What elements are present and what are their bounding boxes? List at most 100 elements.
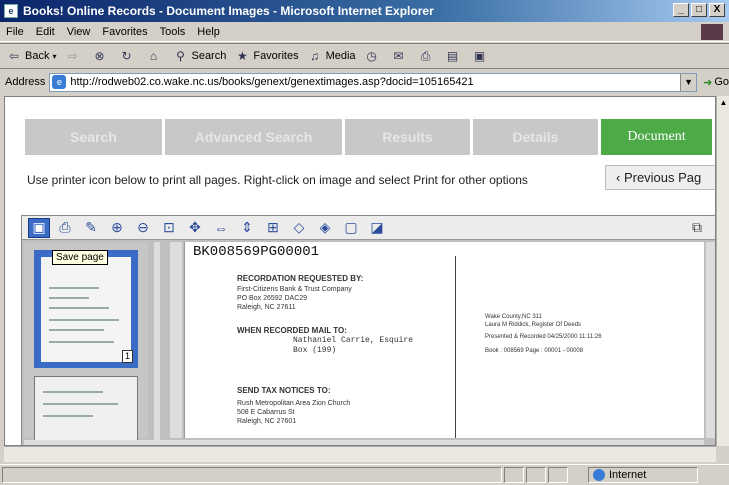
zoom-in-icon[interactable]: ⊕: [106, 218, 128, 238]
previous-page-button[interactable]: ‹ Previous Pag: [605, 165, 715, 190]
recording-stamp-line: Book : 008569 Page : 00001 - 00008: [485, 348, 584, 354]
go-button[interactable]: ➜ Go: [703, 76, 729, 89]
web-page: Search Advanced Search Results Details D…: [4, 96, 716, 446]
thumb-text-line: [49, 319, 119, 321]
rotate-right-icon[interactable]: ◈: [314, 218, 336, 238]
favorites-button[interactable]: ★ Favorites: [234, 48, 299, 64]
print-button[interactable]: ⎙: [418, 48, 437, 64]
back-arrow-icon: ⇦: [8, 49, 20, 63]
security-zone: Internet: [588, 467, 698, 483]
zone-label: Internet: [609, 469, 647, 481]
history-button[interactable]: ◷: [364, 48, 383, 64]
minimize-button[interactable]: _: [673, 3, 689, 17]
back-dropdown-icon: ▾: [52, 51, 57, 61]
menu-view[interactable]: View: [67, 26, 91, 38]
search-icon: ⚲: [176, 49, 185, 63]
search-button[interactable]: ⚲ Search: [172, 48, 226, 64]
mail-button[interactable]: ✉: [391, 48, 410, 64]
mail-icon: ✉: [393, 49, 404, 63]
menu-file[interactable]: File: [6, 26, 24, 38]
home-button[interactable]: ⌂: [145, 48, 164, 64]
tab-document[interactable]: Document: [601, 119, 715, 155]
pane-splitter[interactable]: [154, 242, 160, 445]
pan-icon[interactable]: ✥: [184, 218, 206, 238]
edit-button[interactable]: ▤: [445, 48, 464, 64]
bank-line: PO Box 26592 DAC29: [237, 295, 308, 302]
thumbnail-pane: Save page 1: [24, 242, 148, 445]
select-icon[interactable]: ✎: [80, 218, 102, 238]
refresh-icon: ↻: [121, 49, 132, 63]
document-id: BK008569PG00001: [193, 244, 320, 260]
stop-button[interactable]: ⊗: [91, 48, 110, 64]
site-nav-tabs: Search Advanced Search Results Details D…: [25, 119, 715, 155]
back-label: Back: [25, 50, 50, 62]
edit-icon: ▤: [446, 49, 459, 63]
scroll-up-icon[interactable]: ▲: [717, 96, 729, 109]
maximize-button[interactable]: □: [691, 3, 707, 17]
rotate-left-icon[interactable]: ◇: [288, 218, 310, 238]
document-image[interactable]: BK008569PG00001 RECORDATION REQUESTED BY…: [184, 242, 704, 438]
invert-icon[interactable]: ◪: [366, 218, 388, 238]
thumbnail-scrollbar[interactable]: [170, 242, 182, 438]
menu-bar: File Edit View Favorites Tools Help: [0, 22, 729, 42]
status-cell: [526, 467, 546, 483]
tax-line: 508 E Cabarrus St: [237, 409, 295, 416]
address-label: Address: [5, 76, 46, 88]
thumb-text-line: [43, 403, 118, 405]
menu-tools[interactable]: Tools: [160, 26, 186, 38]
menu-favorites[interactable]: Favorites: [102, 26, 147, 38]
go-label: Go: [714, 76, 729, 88]
mail-line: Box (199): [293, 346, 337, 355]
page-vertical-scrollbar[interactable]: ▲: [716, 96, 729, 446]
thumb-text-line: [49, 287, 99, 289]
address-url: http://rodweb02.co.wake.nc.us/books/gene…: [70, 76, 474, 88]
globe-icon: [593, 469, 605, 481]
stop-icon: ⊗: [94, 49, 105, 63]
status-bar: Internet: [0, 464, 729, 485]
recording-stamp-line: Presented & Recorded 04/25/2000 11:11:26: [485, 334, 602, 340]
address-dropdown-icon[interactable]: ▼: [680, 73, 697, 91]
fit-height-icon[interactable]: ⇕: [236, 218, 258, 238]
menu-help[interactable]: Help: [197, 26, 220, 38]
page-divider: [455, 256, 456, 438]
thumbnail-image: [41, 257, 131, 362]
thumb-text-line: [49, 297, 89, 299]
fit-page-icon[interactable]: ⊞: [262, 218, 284, 238]
refresh-button[interactable]: ↻: [118, 48, 137, 64]
status-cell: [548, 467, 568, 483]
thumbnail-page-1[interactable]: 1: [34, 250, 138, 368]
close-button[interactable]: X: [709, 3, 725, 17]
tab-search[interactable]: Search: [25, 119, 165, 155]
tax-notices-heading: SEND TAX NOTICES TO:: [237, 386, 331, 395]
thumbnail-page-number: 1: [122, 350, 133, 363]
document-vertical-scrollbar[interactable]: [706, 242, 715, 438]
thumb-text-line: [49, 341, 114, 343]
back-button[interactable]: ⇦ Back ▾: [6, 48, 57, 64]
thumbnail-page-2[interactable]: [34, 376, 138, 445]
forward-arrow-icon: ⇨: [67, 49, 78, 63]
tab-details[interactable]: Details: [473, 119, 601, 155]
bank-line: Raleigh, NC 27611: [237, 304, 296, 311]
save-page-icon[interactable]: ▣: [28, 217, 50, 238]
recordation-heading: RECORDATION REQUESTED BY:: [237, 274, 364, 283]
menu-edit[interactable]: Edit: [36, 26, 55, 38]
zoom-out-icon[interactable]: ⊖: [132, 218, 154, 238]
tab-results[interactable]: Results: [345, 119, 473, 155]
window-toggle-icon[interactable]: ⧉: [686, 218, 708, 238]
address-input[interactable]: e http://rodweb02.co.wake.nc.us/books/ge…: [49, 72, 698, 92]
print-icon[interactable]: ⎙: [54, 218, 76, 238]
windows-logo-icon: [701, 24, 723, 40]
discuss-button[interactable]: ▣: [472, 48, 491, 64]
page-icon-btn[interactable]: ▢: [340, 218, 362, 238]
zoom-rect-icon[interactable]: ⊡: [158, 218, 180, 238]
media-button[interactable]: ♫ Media: [307, 48, 355, 64]
tab-advanced-search[interactable]: Advanced Search: [165, 119, 345, 155]
status-cell: [504, 467, 524, 483]
page-icon: e: [52, 75, 67, 89]
save-page-tooltip: Save page: [52, 250, 108, 265]
viewer-toolbar: ▣ ⎙ ✎ ⊕ ⊖ ⊡ ✥ ⇔ ⇕ ⊞ ◇ ◈ ▢ ◪ ⧉: [22, 216, 715, 240]
forward-button[interactable]: ⇨: [64, 48, 83, 64]
page-horizontal-scrollbar[interactable]: [4, 446, 716, 462]
fit-width-icon[interactable]: ⇔: [210, 218, 232, 238]
go-arrow-icon: ➜: [703, 76, 713, 89]
